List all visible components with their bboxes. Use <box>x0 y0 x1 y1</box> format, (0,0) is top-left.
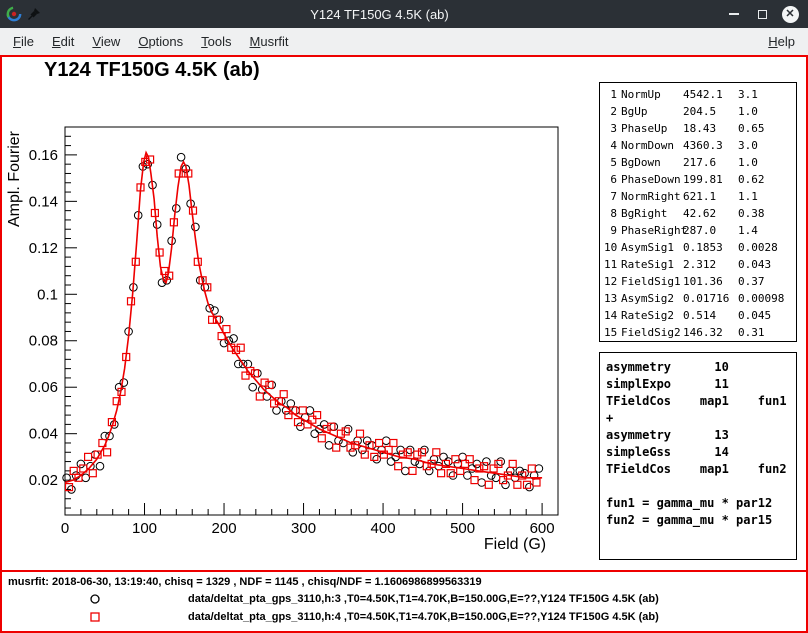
menu-edit[interactable]: Edit <box>43 30 83 53</box>
x-tick-label: 500 <box>450 520 475 537</box>
param-row: 14RateSig20.5140.045 <box>604 307 792 324</box>
param-row: 2BgUp204.51.0 <box>604 103 792 120</box>
legend-row: data/deltat_pta_gps_3110,h:3 ,T0=4.50K,T… <box>2 590 806 608</box>
x-tick-label: 0 <box>61 520 69 537</box>
y-axis-ticks: 0.02 0.04 0.06 0.08 0.1 0.12 0.14 0.16 <box>29 136 77 508</box>
theory-line: asymmetry 13 <box>606 427 790 444</box>
param-row: 10AsymSig10.18530.0028 <box>604 239 792 256</box>
chart[interactable]: 01002003004005006000.020.040.060.080.10.… <box>2 57 594 570</box>
param-row: 12FieldSig1101.360.37 <box>604 273 792 290</box>
minimize-icon <box>729 13 739 15</box>
data-circles <box>63 153 543 493</box>
param-row: 9PhaseRight287.01.4 <box>604 222 792 239</box>
param-row: 3PhaseUp18.430.65 <box>604 120 792 137</box>
theory-line: asymmetry 10 <box>606 359 790 376</box>
plot-frame <box>65 127 558 515</box>
x-tick-label: 400 <box>371 520 396 537</box>
close-button[interactable]: ✕ <box>778 2 802 26</box>
param-row: 11RateSig12.3120.043 <box>604 256 792 273</box>
legend: data/deltat_pta_gps_3110,h:3 ,T0=4.50K,T… <box>2 590 806 626</box>
fit-line <box>65 153 542 483</box>
x-tick-label: 300 <box>291 520 316 537</box>
status-region: musrfit: 2018-06-30, 13:19:40, chisq = 1… <box>2 570 806 631</box>
x-axis-ticks: 0 100 200 300 400 500 600 <box>61 503 558 537</box>
param-row: 8BgRight42.620.38 <box>604 205 792 222</box>
params-box: 1NormUp4542.13.12BgUp204.51.03PhaseUp18.… <box>599 82 797 342</box>
param-row: 6PhaseDown199.810.62 <box>604 171 792 188</box>
param-row: 5BgDown217.61.0 <box>604 154 792 171</box>
theory-line: fun1 = gamma_mu * par12 <box>606 495 790 512</box>
legend-label: data/deltat_pta_gps_3110,h:4 ,T0=4.50K,T… <box>188 611 659 623</box>
theory-box: asymmetry 10simplExpo 11TFieldCos map1 f… <box>599 352 797 560</box>
main-content: Y124 TF150G 4.5K (ab) 010020030040050060… <box>0 55 808 633</box>
menu-file[interactable]: File <box>4 30 43 53</box>
theory-line <box>606 478 790 495</box>
param-row: 1NormUp4542.13.1 <box>604 86 792 103</box>
param-row: 7NormRight621.11.1 <box>604 188 792 205</box>
maximize-icon <box>758 10 767 19</box>
x-tick-label: 100 <box>132 520 157 537</box>
menu-tools[interactable]: Tools <box>192 30 240 53</box>
menu-view[interactable]: View <box>83 30 129 53</box>
menu-help[interactable]: Help <box>759 30 804 53</box>
window-title: Y124 TF150G 4.5K (ab) <box>41 7 718 22</box>
y-tick-label: 0.08 <box>29 333 58 350</box>
legend-row: data/deltat_pta_gps_3110,h:4 ,T0=4.50K,T… <box>2 608 806 626</box>
minimize-button[interactable] <box>722 2 746 26</box>
theory-line: simplExpo 11 <box>606 376 790 393</box>
theory-line: TFieldCos map1 fun2 <box>606 461 790 478</box>
square-marker-icon <box>88 610 102 624</box>
circle-marker-icon <box>88 592 102 606</box>
data-squares <box>66 156 541 491</box>
theory-line: simpleGss 14 <box>606 444 790 461</box>
x-tick-label: 200 <box>212 520 237 537</box>
param-row: 4NormDown4360.33.0 <box>604 137 792 154</box>
y-tick-label: 0.02 <box>29 472 58 489</box>
fit-status-line: musrfit: 2018-06-30, 13:19:40, chisq = 1… <box>2 572 806 590</box>
app-window: Y124 TF150G 4.5K (ab) ✕ FileEditViewOpti… <box>0 0 808 633</box>
y-tick-label: 0.12 <box>29 240 58 257</box>
y-tick-label: 0.16 <box>29 147 58 164</box>
x-tick-label: 600 <box>530 520 555 537</box>
y-tick-label: 0.1 <box>37 286 58 303</box>
param-row: 15FieldSig2146.320.31 <box>604 324 792 341</box>
param-row: 13AsymSig20.017160.00098 <box>604 290 792 307</box>
menubar: FileEditViewOptionsToolsMusrfit Help <box>0 28 808 55</box>
y-tick-label: 0.14 <box>29 193 58 210</box>
close-icon: ✕ <box>782 6 799 23</box>
legend-label: data/deltat_pta_gps_3110,h:3 ,T0=4.50K,T… <box>188 593 659 605</box>
plot-region: Y124 TF150G 4.5K (ab) 010020030040050060… <box>2 57 806 570</box>
titlebar: Y124 TF150G 4.5K (ab) ✕ <box>0 0 808 28</box>
theory-line: TFieldCos map1 fun1 <box>606 393 790 410</box>
pin-icon[interactable] <box>27 7 41 21</box>
y-tick-label: 0.04 <box>29 426 58 443</box>
maximize-button[interactable] <box>750 2 774 26</box>
x-axis-label: Field (G) <box>484 536 546 553</box>
app-icon[interactable] <box>6 6 22 22</box>
y-axis-label: Ampl. Fourier <box>6 130 23 227</box>
theory-line: + <box>606 410 790 427</box>
theory-line: fun2 = gamma_mu * par15 <box>606 512 790 529</box>
menu-musrfit[interactable]: Musrfit <box>241 30 298 53</box>
y-tick-label: 0.06 <box>29 379 58 396</box>
menu-options[interactable]: Options <box>129 30 192 53</box>
